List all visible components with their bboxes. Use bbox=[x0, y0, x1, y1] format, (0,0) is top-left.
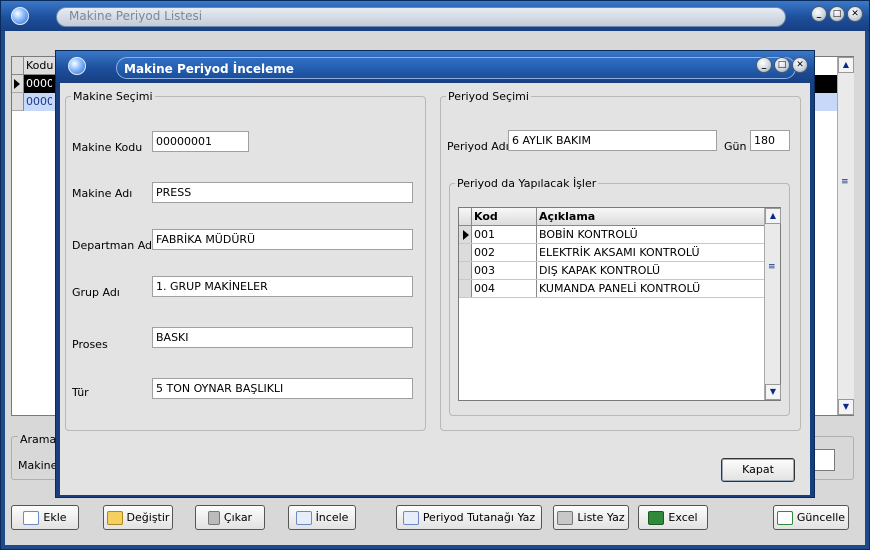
trash-icon bbox=[207, 510, 220, 525]
magnifier-document-icon bbox=[295, 510, 312, 525]
task-code-cell: 003 bbox=[472, 262, 537, 279]
column-header-kodu[interactable]: Kodu bbox=[24, 57, 53, 74]
inspect-button[interactable]: İncele bbox=[288, 505, 356, 530]
machine-name-label: Makine Adı bbox=[72, 187, 133, 200]
process-field[interactable]: BASKI bbox=[152, 327, 413, 348]
print-period-report-button[interactable]: Periyod Tutanağı Yaz bbox=[396, 505, 542, 530]
dialog-title: Makine Periyod İnceleme bbox=[124, 62, 294, 76]
task-description-cell: BOBİN KONTROLÜ bbox=[539, 228, 638, 241]
scroll-down-icon[interactable]: ▼ bbox=[765, 384, 781, 400]
table-row[interactable]: 002 ELEKTRİK AKSAMI KONTROLÜ bbox=[459, 244, 764, 262]
column-header-aciklama[interactable]: Açıklama bbox=[537, 208, 764, 225]
table-row[interactable]: 00000 bbox=[12, 75, 52, 93]
table-row[interactable]: 004 KUMANDA PANELİ KONTROLÜ bbox=[459, 280, 764, 298]
days-field[interactable]: 180 bbox=[750, 130, 790, 151]
row-indicator bbox=[12, 75, 24, 93]
process-label: Proses bbox=[72, 338, 108, 351]
department-name-field[interactable]: FABRİKA MÜDÜRÜ bbox=[152, 229, 413, 250]
period-name-label: Periyod Adı bbox=[447, 140, 509, 153]
close-button[interactable]: Kapat bbox=[721, 458, 795, 482]
print-list-button[interactable]: Liste Yaz bbox=[553, 505, 629, 530]
grid-header: Kod Açıklama bbox=[459, 208, 764, 226]
row-indicator bbox=[12, 93, 24, 111]
type-label: Tür bbox=[72, 386, 89, 399]
printer-icon bbox=[557, 510, 574, 525]
print-period-report-label: Periyod Tutanağı Yaz bbox=[422, 511, 536, 524]
period-selection-label: Periyod Seçimi bbox=[446, 90, 531, 103]
close-icon[interactable]: ✕ bbox=[792, 57, 808, 73]
edit-button-label: Değiştir bbox=[126, 511, 170, 524]
excel-button[interactable]: Excel bbox=[638, 505, 708, 530]
add-button-label: Ekle bbox=[43, 511, 67, 524]
grid-header-indicator bbox=[459, 208, 472, 225]
refresh-button[interactable]: Güncelle bbox=[773, 505, 849, 530]
table-row[interactable]: 003 DIŞ KAPAK KONTROLÜ bbox=[459, 262, 764, 280]
dialog-window-controls: _ □ ✕ bbox=[756, 57, 808, 73]
excel-button-label: Excel bbox=[668, 511, 698, 524]
background-window-title: Makine Periyod Listesi bbox=[69, 9, 203, 23]
table-cell: 00000 bbox=[26, 95, 52, 108]
dialog-title-bar[interactable]: Makine Periyod İnceleme _ □ ✕ bbox=[56, 51, 814, 83]
vertical-scrollbar[interactable]: ▲ ≡ ▼ bbox=[837, 57, 854, 415]
remove-button-label: Çıkar bbox=[223, 511, 253, 524]
group-name-field[interactable]: 1. GRUP MAKİNELER bbox=[152, 276, 413, 297]
days-label: Gün bbox=[724, 140, 747, 153]
excel-icon bbox=[648, 510, 665, 525]
machine-selection-label: Makine Seçimi bbox=[71, 90, 155, 103]
add-button[interactable]: Ekle bbox=[11, 505, 79, 530]
maximize-icon[interactable]: □ bbox=[829, 6, 845, 22]
row-indicator bbox=[459, 226, 472, 243]
period-name-field[interactable]: 6 AYLIK BAKIM bbox=[508, 130, 717, 151]
machine-code-label: Makine Kodu bbox=[72, 141, 143, 154]
task-description-cell: ELEKTRİK AKSAMI KONTROLÜ bbox=[539, 246, 700, 259]
period-tasks-label: Periyod da Yapılacak İşler bbox=[455, 177, 599, 190]
app-globe-icon[interactable] bbox=[68, 57, 86, 75]
vertical-scrollbar[interactable]: ▲ ≡ ▼ bbox=[764, 208, 781, 400]
task-description-cell: DIŞ KAPAK KONTROLÜ bbox=[539, 264, 661, 277]
scroll-down-icon[interactable]: ▼ bbox=[838, 399, 854, 415]
print-list-label: Liste Yaz bbox=[577, 511, 625, 524]
scroll-up-icon[interactable]: ▲ bbox=[838, 57, 854, 73]
group-name-label: Grup Adı bbox=[72, 286, 120, 299]
table-row[interactable]: 00000 bbox=[12, 93, 52, 111]
period-tasks-grid[interactable]: Kod Açıklama 001 BOBİN KONTROLÜ 002 ELEK… bbox=[458, 207, 781, 401]
task-code-cell: 002 bbox=[472, 244, 537, 261]
task-code-cell: 004 bbox=[472, 280, 537, 297]
scroll-grip-icon[interactable]: ≡ bbox=[841, 177, 849, 187]
inspect-button-label: İncele bbox=[315, 511, 349, 524]
type-field[interactable]: 5 TON OYNAR BAŞLIKLI bbox=[152, 378, 413, 399]
row-indicator bbox=[459, 280, 472, 297]
new-document-icon bbox=[23, 510, 40, 525]
search-group-label: Arama bbox=[18, 433, 59, 446]
magnifier-document-icon bbox=[402, 510, 419, 525]
minimize-icon[interactable]: _ bbox=[756, 57, 772, 73]
folder-icon bbox=[106, 510, 123, 525]
table-row[interactable]: 001 BOBİN KONTROLÜ bbox=[459, 226, 764, 244]
grid-header-indicator bbox=[12, 57, 24, 74]
department-name-label: Departman Adı bbox=[72, 239, 156, 252]
task-code-cell: 001 bbox=[472, 226, 537, 243]
app-globe-icon[interactable] bbox=[11, 7, 29, 25]
table-cell: 00000 bbox=[26, 77, 52, 90]
close-icon[interactable]: ✕ bbox=[847, 6, 863, 22]
remove-button[interactable]: Çıkar bbox=[195, 505, 265, 530]
search-machine-label: Makine bbox=[18, 459, 58, 472]
edit-button[interactable]: Değiştir bbox=[103, 505, 173, 530]
minimize-icon[interactable]: _ bbox=[811, 6, 827, 22]
background-title-bar[interactable]: Makine Periyod Listesi _ □ ✕ bbox=[1, 1, 869, 31]
refresh-button-label: Güncelle bbox=[796, 511, 846, 524]
background-window-controls: _ □ ✕ bbox=[811, 6, 863, 22]
task-description-cell: KUMANDA PANELİ KONTROLÜ bbox=[539, 282, 701, 295]
column-header-kod[interactable]: Kod bbox=[472, 208, 537, 225]
refresh-icon bbox=[776, 510, 793, 525]
scroll-up-icon[interactable]: ▲ bbox=[765, 208, 781, 224]
maximize-icon[interactable]: □ bbox=[774, 57, 790, 73]
row-indicator bbox=[459, 244, 472, 261]
scroll-grip-icon[interactable]: ≡ bbox=[768, 262, 776, 272]
machine-code-field[interactable]: 00000001 bbox=[152, 131, 249, 152]
machine-name-field[interactable]: PRESS bbox=[152, 182, 413, 203]
row-indicator bbox=[459, 262, 472, 279]
